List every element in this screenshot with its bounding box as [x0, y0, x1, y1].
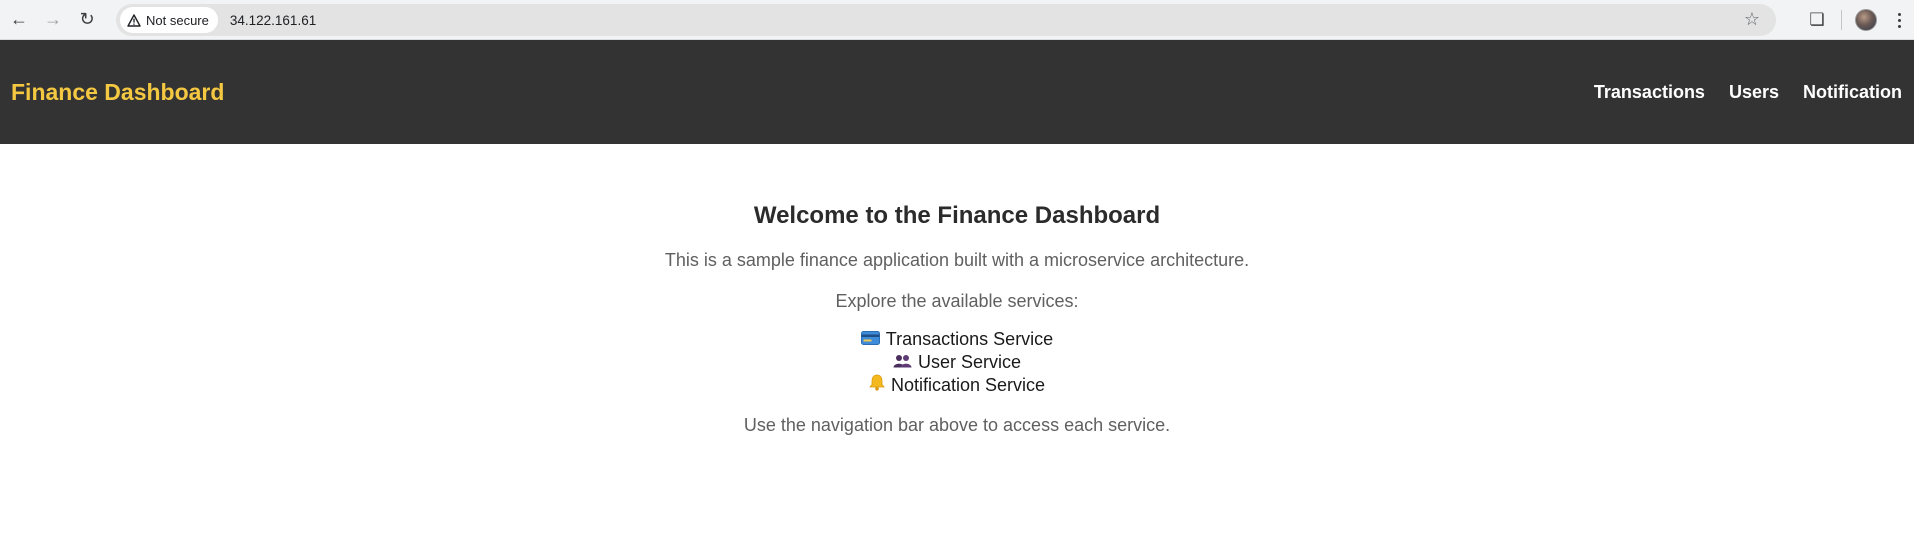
- forward-button[interactable]: →: [36, 4, 70, 36]
- avatar: [1855, 9, 1877, 31]
- bell-icon: [869, 374, 885, 397]
- page-title: Welcome to the Finance Dashboard: [753, 202, 1161, 229]
- list-item: User Service: [0, 351, 1914, 374]
- warning-icon: [127, 13, 141, 27]
- reload-icon: ↻: [79, 9, 95, 29]
- service-label: User Service: [917, 352, 1022, 372]
- nav-link-notification[interactable]: Notification: [1803, 82, 1902, 103]
- browser-right-tools: ❏: [1794, 0, 1914, 40]
- app-navbar: Finance Dashboard Transactions Users Not…: [0, 40, 1914, 144]
- credit-card-icon: [860, 328, 880, 351]
- address-bar[interactable]: Not secure 34.122.161.61 ☆: [116, 4, 1776, 36]
- list-item: Notification Service: [0, 374, 1914, 397]
- profile-button[interactable]: [1848, 4, 1884, 36]
- explore-text: Explore the available services:: [835, 291, 1079, 311]
- service-label: Notification Service: [890, 375, 1046, 395]
- kebab-dot-icon: [1897, 12, 1901, 16]
- bookmark-star-icon[interactable]: ☆: [1744, 9, 1760, 30]
- main-content: Welcome to the Finance Dashboard This is…: [0, 144, 1914, 436]
- list-item: Transactions Service: [0, 328, 1914, 351]
- kebab-dot-icon: [1897, 24, 1901, 28]
- security-chip[interactable]: Not secure: [120, 7, 218, 33]
- kebab-dot-icon: [1897, 18, 1901, 22]
- browser-toolbar: ← → ↻ Not secure 34.122.161.61 ☆ ❏: [0, 0, 1914, 40]
- back-button[interactable]: ←: [2, 4, 36, 36]
- services-list: Transactions Service User Service Notifi…: [0, 328, 1914, 397]
- nav-link-users[interactable]: Users: [1729, 82, 1779, 103]
- hint-text: Use the navigation bar above to access e…: [743, 415, 1171, 435]
- security-label: Not secure: [146, 12, 209, 28]
- url-text[interactable]: 34.122.161.61: [230, 13, 316, 28]
- toolbar-divider: [1841, 10, 1842, 30]
- arrow-left-icon: ←: [10, 9, 28, 29]
- arrow-right-icon: →: [44, 9, 62, 29]
- users-icon: [893, 351, 912, 374]
- extensions-button[interactable]: ❏: [1799, 4, 1835, 36]
- nav-links: Transactions Users Notification: [1594, 82, 1902, 103]
- nav-link-transactions[interactable]: Transactions: [1594, 82, 1705, 103]
- intro-text: This is a sample finance application bui…: [664, 250, 1250, 270]
- service-label: Transactions Service: [885, 329, 1054, 349]
- reload-button[interactable]: ↻: [70, 4, 104, 36]
- menu-button[interactable]: [1884, 12, 1914, 28]
- puzzle-icon: ❏: [1809, 10, 1825, 29]
- brand-title[interactable]: Finance Dashboard: [11, 79, 224, 106]
